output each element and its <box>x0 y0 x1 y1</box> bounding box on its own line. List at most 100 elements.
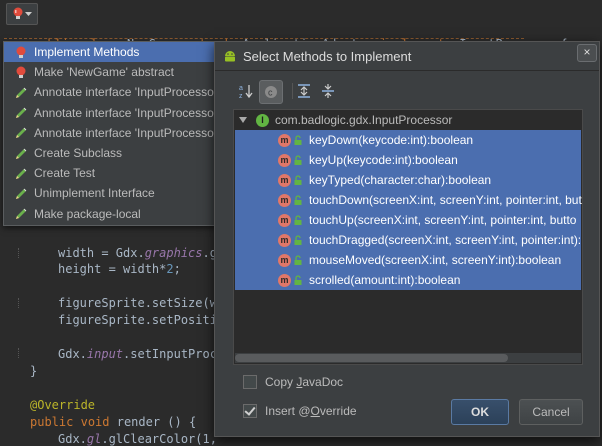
code-line[interactable]: figureSprite.setSize(w <box>58 296 217 310</box>
pencil-icon <box>14 85 28 99</box>
code-field: input <box>86 347 124 361</box>
public-access-icon <box>293 194 303 206</box>
method-row[interactable]: m scrolled(amount:int):boolean <box>234 270 582 290</box>
android-icon <box>225 51 235 62</box>
svg-text:c: c <box>268 88 273 98</box>
checkbox-box[interactable] <box>243 375 257 389</box>
code-line[interactable]: width = Gdx.graphics.g <box>58 246 217 260</box>
keyword: public <box>30 415 74 429</box>
show-classes-button[interactable]: c <box>259 80 283 104</box>
code-line[interactable]: Gdx.input.setInputProc <box>58 347 217 361</box>
method-label: touchDown(screenX:int, screenY:int, poin… <box>309 193 582 207</box>
code-line[interactable]: public void render () { <box>30 415 196 429</box>
public-access-icon <box>293 214 303 226</box>
keyword: void <box>80 415 110 429</box>
svg-text:z: z <box>239 93 243 99</box>
method-icon: m <box>278 233 291 247</box>
method-label: keyUp(keycode:int):boolean <box>309 153 458 167</box>
code-text: height = width* <box>58 262 167 276</box>
code-line[interactable]: } <box>30 364 37 378</box>
method-icon: m <box>278 173 291 187</box>
red-bulb-icon <box>13 7 22 19</box>
method-label: touchDragged(screenX:int, screenY:int, p… <box>309 233 582 247</box>
dialog-title-bar[interactable]: Select Methods to Implement × <box>215 42 599 71</box>
intention-item-label: Create Subclass <box>34 146 123 161</box>
insert-override-checkbox[interactable]: Insert @Override <box>243 404 357 418</box>
checkbox-box-checked[interactable] <box>243 404 257 418</box>
method-row[interactable]: m mouseMoved(screenX:int, screenY:int):bo… <box>234 250 582 270</box>
code-text: ; <box>173 262 181 276</box>
sort-alphabetically-button[interactable]: a z <box>235 80 257 102</box>
methods-tree[interactable]: I com.badlogic.gdx.InputProcessor m keyDo… <box>233 109 583 365</box>
interface-icon: I <box>256 113 269 127</box>
pencil-icon <box>14 207 28 221</box>
public-access-icon <box>293 274 303 286</box>
close-button[interactable]: × <box>577 44 597 62</box>
ok-button[interactable]: OK <box>451 399 509 425</box>
intention-item-label: Unimplement Interface <box>34 186 155 201</box>
public-access-icon <box>293 134 303 146</box>
close-icon: × <box>583 45 591 59</box>
code-line[interactable]: height = width*2; <box>58 262 181 276</box>
method-row[interactable]: m keyUp(keycode:int):boolean <box>234 150 582 170</box>
code-text: render () { <box>116 415 197 429</box>
intention-item-label: Make package-local <box>34 206 141 221</box>
intention-item[interactable]: Create Subclass <box>4 143 217 163</box>
intention-item[interactable]: Annotate interface 'InputProcesso <box>4 103 217 123</box>
class-filter-icon: c <box>265 86 277 98</box>
intention-item-label: Annotate interface 'InputProcesso <box>34 125 214 140</box>
code-text: width = Gdx. <box>58 246 145 260</box>
method-row[interactable]: m touchUp(screenX:int, screenY:int, point… <box>234 210 582 230</box>
intention-item-label: Create Test <box>34 166 96 181</box>
method-row[interactable]: m touchDragged(screenX:int, screenY:int, … <box>234 230 582 250</box>
pencil-icon <box>14 186 28 200</box>
code-text: Gdx. <box>58 347 87 361</box>
public-access-icon <box>293 234 303 246</box>
indent-guide <box>18 298 21 308</box>
sort-az-icon: a z <box>239 85 253 99</box>
intention-bulb-button[interactable] <box>6 3 38 25</box>
tree-root-node[interactable]: I com.badlogic.gdx.InputProcessor <box>234 110 582 130</box>
red-bulb-icon <box>14 45 28 59</box>
pencil-icon <box>14 146 28 160</box>
intention-item[interactable]: Make 'NewGame' abstract <box>4 62 217 82</box>
copy-javadoc-checkbox[interactable]: Copy JavaDoc <box>243 375 343 389</box>
dialog-title: Select Methods to Implement <box>243 49 412 64</box>
expand-arrow-icon[interactable] <box>238 115 248 125</box>
method-row[interactable]: m keyTyped(character:char):boolean <box>234 170 582 190</box>
method-label: mouseMoved(screenX:int, screenY:int):boo… <box>309 253 562 267</box>
pencil-icon <box>14 166 28 180</box>
scrollbar-thumb[interactable] <box>235 354 508 362</box>
method-icon: m <box>278 253 291 267</box>
method-label: scrolled(amount:int):boolean <box>309 273 461 287</box>
intention-item[interactable]: Unimplement Interface <box>4 183 217 203</box>
intention-item[interactable]: Annotate interface 'InputProcesso <box>4 82 217 102</box>
intention-item-label: Annotate interface 'InputProcesso <box>34 85 214 100</box>
method-icon: m <box>278 273 291 287</box>
expand-all-button[interactable] <box>293 80 315 102</box>
code-line[interactable]: @Override <box>30 398 95 412</box>
copy-javadoc-label: Copy JavaDoc <box>265 375 344 389</box>
intention-item[interactable]: Create Test <box>4 163 217 183</box>
cancel-button[interactable]: Cancel <box>519 399 583 425</box>
pencil-icon <box>14 106 28 120</box>
method-row[interactable]: m touchDown(screenX:int, screenY:int, poi… <box>234 190 582 210</box>
method-icon: m <box>278 193 291 207</box>
collapse-all-button[interactable] <box>317 80 339 102</box>
public-access-icon <box>293 174 303 186</box>
horizontal-scrollbar[interactable] <box>235 353 581 363</box>
svg-text:a: a <box>239 85 243 92</box>
collapse-all-icon <box>322 84 334 98</box>
code-number: 2 <box>166 262 174 276</box>
intention-actions-popup[interactable]: Implement Methods Make 'NewGame' abstract… <box>3 41 218 226</box>
insert-override-label: Insert @Override <box>265 404 357 418</box>
chevron-down-icon <box>24 11 32 16</box>
code-text: .setInputProc <box>123 347 217 361</box>
code-line[interactable]: figureSprite.setPositi <box>58 313 217 327</box>
method-row[interactable]: m keyDown(keycode:int):boolean <box>234 130 582 150</box>
intention-item[interactable]: Implement Methods <box>4 42 217 63</box>
pencil-icon <box>14 126 28 140</box>
intention-item[interactable]: Annotate interface 'InputProcesso <box>4 123 217 143</box>
method-label: keyDown(keycode:int):boolean <box>309 133 474 147</box>
intention-item[interactable]: Make package-local <box>4 204 217 224</box>
